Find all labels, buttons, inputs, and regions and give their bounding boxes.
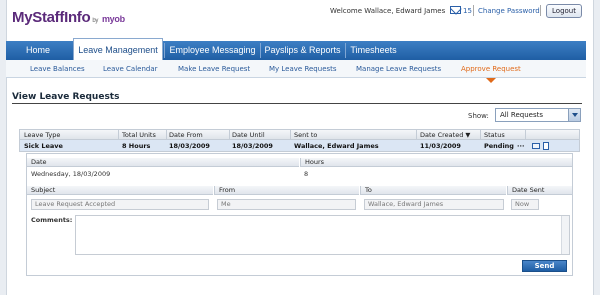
subnav-approve-request[interactable]: Approve Request: [461, 60, 521, 78]
active-indicator-icon: [486, 78, 496, 83]
divider: [118, 130, 119, 140]
cell-date-from: 18/03/2009: [169, 142, 210, 150]
subnav-leave-calendar[interactable]: Leave Calendar: [103, 60, 158, 78]
page-title: View Leave Requests: [12, 92, 120, 102]
tab-payslips-reports[interactable]: Payslips & Reports: [261, 41, 344, 60]
date-sent-field[interactable]: Now: [511, 199, 539, 210]
tab-timesheets[interactable]: Timesheets: [346, 41, 401, 60]
column-total-units[interactable]: Total Units: [122, 130, 156, 140]
document-icon[interactable]: [543, 142, 549, 150]
main-nav: Home Leave Management Employee Messaging…: [6, 38, 586, 60]
tab-home[interactable]: Home: [16, 41, 60, 60]
divider: [290, 130, 291, 140]
scrollbar[interactable]: [561, 216, 569, 254]
divider: [540, 5, 541, 16]
tab-leave-management[interactable]: Leave Management: [73, 38, 163, 60]
show-filter-value: All Requests: [500, 111, 543, 119]
chevron-down-icon[interactable]: [568, 109, 580, 121]
message-count[interactable]: 15: [463, 7, 472, 15]
from-header: From: [214, 186, 359, 195]
more-options-icon[interactable]: ···: [517, 140, 524, 152]
divider: [229, 130, 230, 140]
date-sent-header: Date Sent: [507, 186, 572, 195]
logout-button[interactable]: Logout: [546, 4, 582, 18]
app-logo: MyStaffInfo by myob: [12, 9, 125, 26]
envelope-icon[interactable]: [532, 143, 540, 149]
divider: [525, 130, 526, 140]
subnav-make-leave-request[interactable]: Make Leave Request: [178, 60, 250, 78]
column-date-until[interactable]: Date Until: [232, 130, 265, 140]
subject-field[interactable]: Leave Request Accepted: [31, 199, 209, 210]
subnav-leave-balances[interactable]: Leave Balances: [30, 60, 85, 78]
change-password-link[interactable]: Change Password: [478, 7, 540, 15]
cell-leave-type: Sick Leave: [24, 142, 63, 150]
table-row[interactable]: Sick Leave 8 Hours 18/03/2009 18/03/2009…: [19, 140, 580, 152]
cell-total-units: 8 Hours: [122, 142, 151, 150]
subnav-my-leave-requests[interactable]: My Leave Requests: [269, 60, 337, 78]
column-date-from[interactable]: Date From: [169, 130, 203, 140]
to-header: To: [360, 186, 506, 195]
subnav-manage-leave-requests[interactable]: Manage Leave Requests: [356, 60, 441, 78]
comments-label: Comments:: [31, 216, 73, 224]
date-header: Date: [27, 158, 299, 167]
divider: [166, 130, 167, 140]
envelope-icon[interactable]: [450, 6, 461, 14]
column-date-created[interactable]: Date Created ▼: [420, 130, 470, 140]
show-filter-select[interactable]: All Requests: [495, 108, 581, 122]
to-field[interactable]: Wallace, Edward James: [364, 199, 504, 210]
date-value: Wednesday, 18/03/2009: [31, 170, 111, 178]
divider: [473, 5, 474, 16]
divider: [480, 130, 481, 140]
request-detail-panel: Date Hours Wednesday, 18/03/2009 8 Subje…: [26, 153, 573, 276]
divider: [164, 43, 165, 58]
comments-textarea[interactable]: [75, 215, 570, 255]
column-leave-type[interactable]: Leave Type: [24, 130, 60, 140]
column-status[interactable]: Status: [484, 130, 505, 140]
divider: [416, 130, 417, 140]
column-sent-to[interactable]: Sent to: [294, 130, 317, 140]
tab-employee-messaging[interactable]: Employee Messaging: [166, 41, 259, 60]
subject-header: Subject: [27, 186, 213, 195]
cell-date-created: 11/03/2009: [420, 142, 461, 150]
sub-nav: Leave Balances Leave Calendar Make Leave…: [6, 60, 586, 78]
show-label: Show:: [468, 112, 489, 120]
cell-status: Pending: [484, 142, 514, 150]
hours-header: Hours: [300, 158, 572, 167]
cell-date-until: 18/03/2009: [232, 142, 273, 150]
hours-value: 8: [304, 170, 309, 178]
divider: [12, 103, 582, 104]
cell-sent-to: Wallace, Edward James: [294, 142, 379, 150]
from-field[interactable]: Me: [217, 199, 356, 210]
welcome-text: Welcome Wallace, Edward James: [330, 7, 446, 15]
table-header: Leave Type Total Units Date From Date Un…: [19, 129, 580, 140]
send-button[interactable]: Send: [522, 260, 567, 272]
